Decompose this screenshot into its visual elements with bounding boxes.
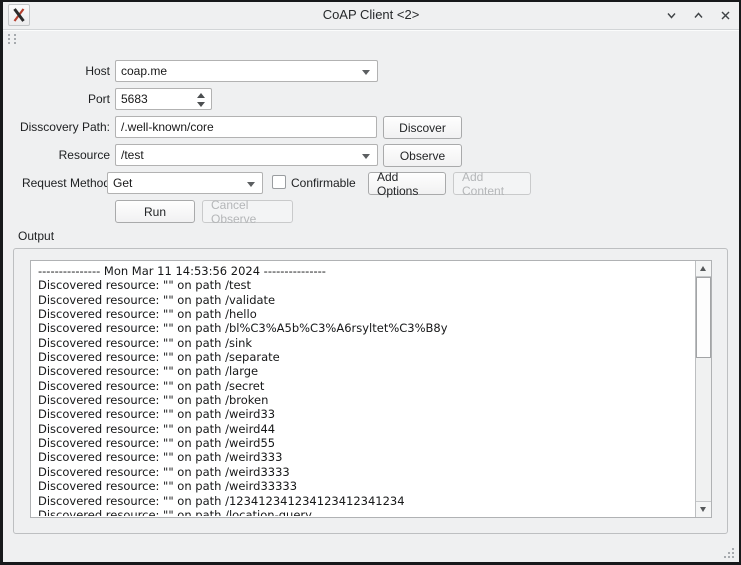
output-line: Discovered resource: "" on path /broken bbox=[38, 393, 694, 407]
request-method-label: Request Method bbox=[10, 176, 110, 190]
request-method-value: Get bbox=[113, 176, 132, 190]
observe-button[interactable]: Observe bbox=[383, 144, 462, 167]
scroll-down-button[interactable] bbox=[696, 501, 711, 517]
coap-client-window: CoAP Client <2> Host Por bbox=[3, 2, 739, 562]
window-title: CoAP Client <2> bbox=[3, 7, 739, 22]
output-line: Discovered resource: "" on path /weird33 bbox=[38, 407, 694, 421]
output-line: Discovered resource: "" on path /weird33… bbox=[38, 479, 694, 493]
run-button[interactable]: Run bbox=[115, 200, 195, 223]
minimize-button[interactable] bbox=[664, 8, 678, 22]
diagonal-dots-icon bbox=[722, 546, 735, 559]
output-textarea[interactable]: --------------- Mon Mar 11 14:53:56 2024… bbox=[30, 260, 712, 518]
discovery-path-field bbox=[115, 116, 377, 138]
output-scrollbar[interactable] bbox=[695, 261, 711, 517]
triangle-up-icon bbox=[700, 266, 706, 271]
add-content-button[interactable]: Add Content bbox=[453, 172, 531, 195]
toolbar-handle[interactable] bbox=[8, 34, 16, 44]
cancel-observe-button[interactable]: Cancel Observe bbox=[202, 200, 293, 223]
chevron-down-icon bbox=[665, 9, 678, 22]
output-line: Discovered resource: "" on path /test bbox=[38, 278, 694, 292]
dropdown-arrow-icon bbox=[362, 154, 370, 159]
discover-button[interactable]: Discover bbox=[383, 116, 462, 139]
add-options-button[interactable]: Add Options bbox=[368, 172, 446, 195]
discovery-path-label: Disscovery Path: bbox=[10, 120, 110, 134]
dropdown-arrow-icon bbox=[247, 182, 255, 187]
output-line: Discovered resource: "" on path /locatio… bbox=[38, 508, 694, 516]
spin-up-icon bbox=[197, 93, 205, 98]
output-line: Discovered resource: "" on path /large bbox=[38, 364, 694, 378]
chevron-up-icon bbox=[692, 9, 705, 22]
resource-label: Resource bbox=[10, 148, 110, 162]
host-combobox[interactable]: coap.me bbox=[115, 60, 378, 82]
close-button[interactable] bbox=[718, 8, 732, 22]
resource-combobox[interactable]: /test bbox=[115, 144, 378, 166]
output-label: Output bbox=[18, 229, 54, 243]
discovery-path-input[interactable] bbox=[121, 117, 371, 137]
dropdown-arrow-icon bbox=[362, 70, 370, 75]
spin-down-icon bbox=[197, 102, 205, 107]
output-line: Discovered resource: "" on path /bl%C3%A… bbox=[38, 321, 694, 335]
output-line: Discovered resource: "" on path /hello bbox=[38, 307, 694, 321]
scroll-up-button[interactable] bbox=[696, 261, 711, 277]
output-line: Discovered resource: "" on path /1234123… bbox=[38, 494, 694, 508]
x-mark-icon bbox=[719, 9, 732, 22]
output-log: --------------- Mon Mar 11 14:53:56 2024… bbox=[32, 262, 694, 516]
port-label: Port bbox=[10, 92, 110, 106]
output-line: Discovered resource: "" on path /weird44 bbox=[38, 422, 694, 436]
output-line: Discovered resource: "" on path /sink bbox=[38, 336, 694, 350]
titlebar[interactable]: CoAP Client <2> bbox=[3, 2, 739, 30]
scrollbar-thumb[interactable] bbox=[696, 277, 711, 358]
output-line: Discovered resource: "" on path /weird33… bbox=[38, 465, 694, 479]
output-line: Discovered resource: "" on path /validat… bbox=[38, 293, 694, 307]
output-line: Discovered resource: "" on path /secret bbox=[38, 379, 694, 393]
window-controls bbox=[664, 8, 732, 22]
request-method-combobox[interactable]: Get bbox=[107, 172, 263, 194]
host-value: coap.me bbox=[121, 64, 167, 78]
output-line: Discovered resource: "" on path /separat… bbox=[38, 350, 694, 364]
output-line: --------------- Mon Mar 11 14:53:56 2024… bbox=[38, 264, 694, 278]
port-value: 5683 bbox=[121, 92, 148, 106]
toolbar bbox=[3, 30, 739, 46]
resource-value: /test bbox=[121, 148, 144, 162]
port-spinner[interactable] bbox=[196, 92, 206, 108]
resize-grip[interactable] bbox=[722, 546, 735, 559]
confirmable-checkbox[interactable] bbox=[272, 175, 286, 189]
port-spinbox[interactable]: 5683 bbox=[115, 88, 212, 110]
output-line: Discovered resource: "" on path /weird33… bbox=[38, 450, 694, 464]
triangle-down-icon bbox=[700, 507, 706, 512]
maximize-button[interactable] bbox=[691, 8, 705, 22]
confirmable-label: Confirmable bbox=[291, 176, 356, 190]
output-line: Discovered resource: "" on path /weird55 bbox=[38, 436, 694, 450]
host-label: Host bbox=[10, 64, 110, 78]
